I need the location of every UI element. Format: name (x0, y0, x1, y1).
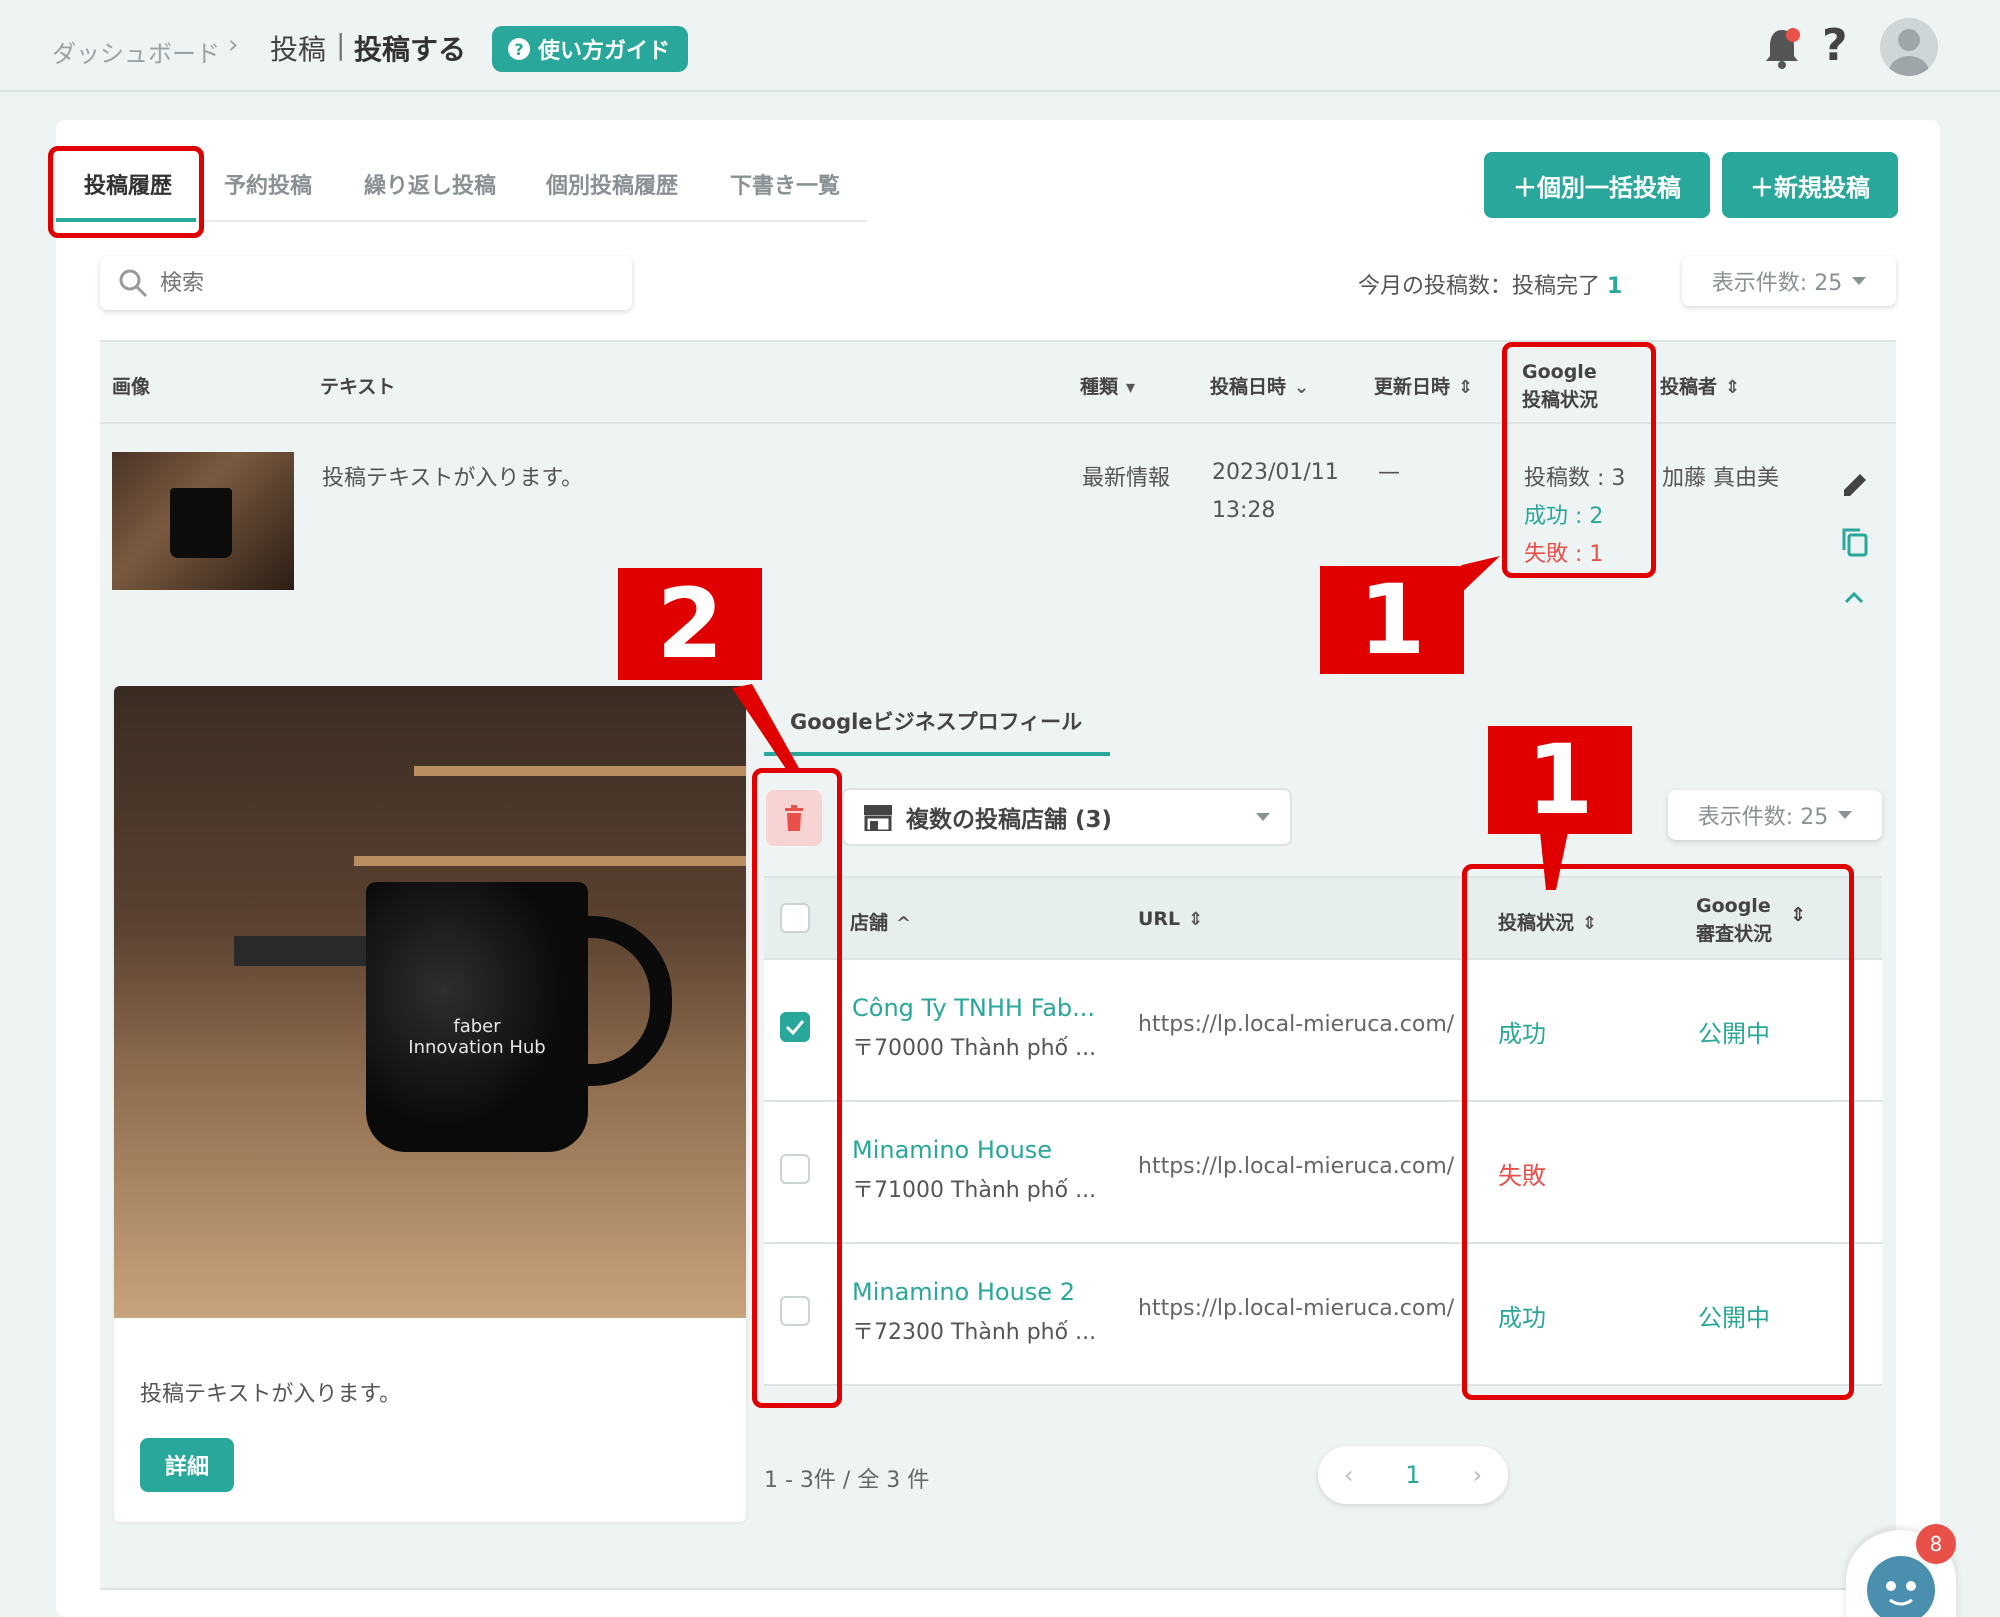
annotation-label-1: 1 (1320, 564, 1464, 676)
annotation-label-1b: 1 (1488, 724, 1632, 836)
annotation-label-2: 2 (618, 568, 762, 680)
annotation-pointers (732, 556, 1568, 890)
